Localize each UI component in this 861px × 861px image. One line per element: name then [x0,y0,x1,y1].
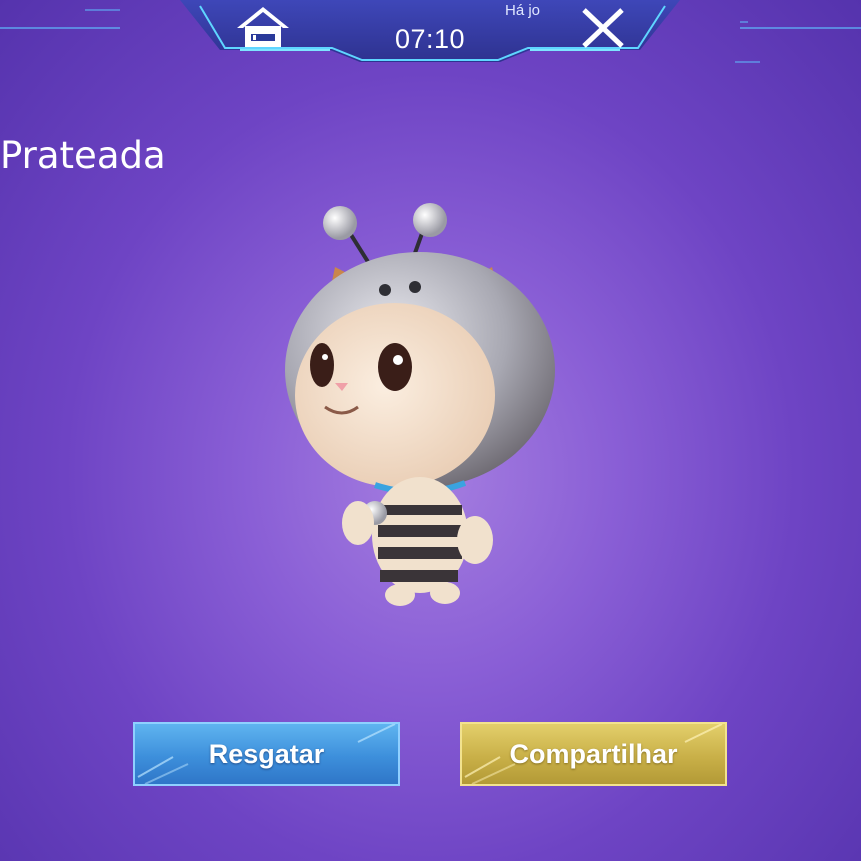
close-button[interactable] [576,6,630,50]
close-icon [582,8,624,48]
share-button[interactable]: Compartilhar [460,722,727,786]
home-icon [237,7,289,47]
countdown-timer: 07:10 [394,24,466,54]
hint-text: Há jo [505,2,541,19]
top-bar: 07:10 Há jo [0,0,861,70]
home-button[interactable] [233,4,293,50]
item-title: Prateada [0,134,166,177]
silver-bee-cat-character [285,203,555,606]
share-button-label: Compartilhar [509,738,678,769]
redeem-button-label: Resgatar [208,738,325,769]
redeem-button[interactable]: Resgatar [133,722,400,786]
